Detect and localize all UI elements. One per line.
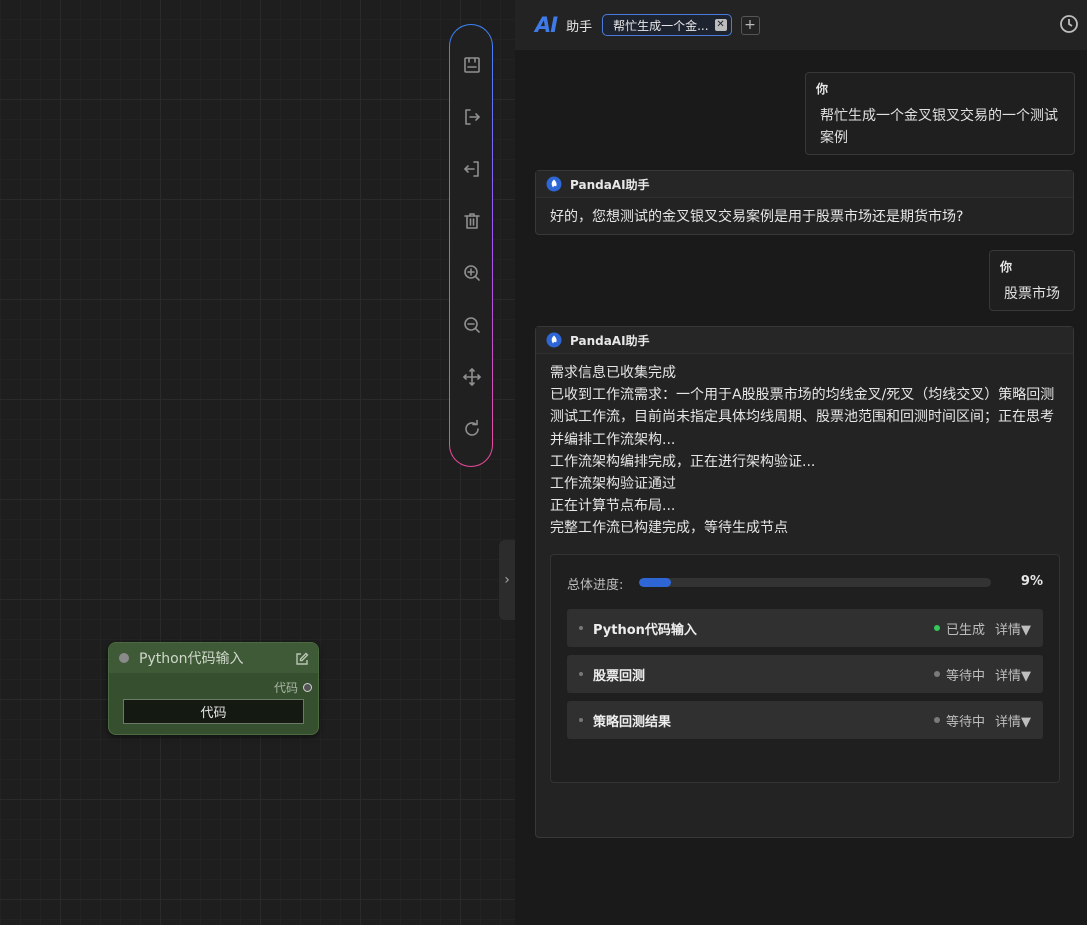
step-row: Python代码输入 已生成 详情▼	[567, 609, 1043, 647]
ai-logo: AI	[535, 13, 558, 37]
workflow-canvas[interactable]: Python代码输入 代码 代码	[0, 0, 515, 925]
node-status-dot	[119, 653, 129, 663]
step-name: 策略回测结果	[593, 714, 672, 730]
output-label: 代码	[273, 681, 298, 695]
message-line: 需求信息已收集完成	[550, 365, 676, 381]
bullet	[579, 718, 583, 722]
history-icon[interactable]	[1059, 14, 1079, 34]
message-text: 需求信息已收集完成 已收到工作流需求：一个用于A股股票市场的均线金叉/死叉（均线…	[536, 354, 1073, 540]
status-dot	[933, 625, 940, 631]
step-status: 已生成	[933, 619, 985, 638]
message-line: 工作流架构验证通过	[550, 476, 676, 493]
node-header[interactable]: Python代码输入	[109, 643, 318, 673]
zoom-in-icon[interactable]	[460, 261, 484, 285]
panda-avatar-icon	[546, 176, 562, 192]
step-row: 股票回测 等待中 详情▼	[567, 655, 1043, 693]
step-name: Python代码输入	[593, 622, 697, 638]
step-row: 策略回测结果 等待中 详情▼	[567, 701, 1043, 739]
panel-name: 助手	[566, 19, 593, 35]
step-status: 等待中	[933, 711, 985, 730]
node-output: 代码	[274, 679, 312, 696]
panda-avatar-icon	[546, 332, 562, 348]
message-text: 好的，您想测试的金叉银叉交易案例是用于股票市场还是期货市场?	[550, 209, 964, 225]
message-line: 案例	[820, 130, 848, 146]
status-dot	[933, 671, 940, 677]
user-message: 你 股票市场	[989, 250, 1075, 311]
message-line: 并编排工作流架构...	[550, 431, 676, 448]
details-toggle[interactable]: 详情▼	[995, 619, 1031, 638]
code-field[interactable]: 代码	[123, 699, 304, 724]
progress-label: 总体进度:	[567, 578, 624, 593]
canvas-toolbar	[449, 24, 493, 467]
tab-label: 帮忙生成一个金...	[613, 18, 709, 33]
message-line: 测试工作流，目前尚未指定具体均线周期、股票池范围和回测时间区间；正在思考	[550, 409, 1054, 426]
bullet	[579, 672, 583, 676]
message-author: PandaAI助手	[570, 333, 650, 348]
output-port[interactable]	[303, 683, 312, 692]
import-icon[interactable]	[460, 157, 484, 181]
status-text: 等待中	[945, 668, 985, 684]
export-icon[interactable]	[460, 105, 484, 129]
message-line: 已收到工作流需求：一个用于A股股票市场的均线金叉/死叉（均线交叉）策略回测	[550, 387, 1055, 404]
bullet	[579, 626, 583, 630]
message-text: 帮忙生成一个金叉银叉交易的一个测试 案例	[806, 97, 1074, 149]
save-icon[interactable]	[460, 53, 484, 77]
assistant-panel: AI 助手 帮忙生成一个金... ✕ + 你 帮忙生成一个金叉银叉交易的一个测试…	[515, 0, 1087, 925]
fit-view-icon[interactable]	[460, 365, 484, 389]
progress-card: 总体进度: 9% Python代码输入 已生成 详情▼ 股票回测 等待中 详情▼…	[550, 554, 1060, 783]
details-toggle[interactable]: 详情▼	[995, 711, 1031, 730]
progress-percent: 9%	[1020, 574, 1043, 589]
edit-icon[interactable]	[295, 651, 309, 665]
panel-header: AI 助手 帮忙生成一个金... ✕ +	[515, 0, 1087, 50]
message-author: 你	[1000, 260, 1013, 274]
collapse-panel-button[interactable]: ›	[499, 540, 515, 620]
message-line: 工作流架构编排完成，正在进行架构验证...	[550, 453, 816, 470]
user-message: 你 帮忙生成一个金叉银叉交易的一个测试 案例	[805, 72, 1075, 155]
reset-icon[interactable]	[460, 417, 484, 441]
add-tab-button[interactable]: +	[740, 15, 760, 35]
python-code-input-node[interactable]: Python代码输入 代码 代码	[108, 642, 319, 735]
message-line: 帮忙生成一个金叉银叉交易的一个测试	[820, 108, 1058, 124]
delete-icon[interactable]	[460, 209, 484, 233]
zoom-out-icon[interactable]	[460, 313, 484, 337]
close-icon[interactable]: ✕	[714, 19, 727, 31]
details-toggle[interactable]: 详情▼	[995, 665, 1031, 684]
node-title: Python代码输入	[139, 651, 244, 667]
progress-bar	[639, 578, 991, 587]
message-line: 正在计算节点布局...	[550, 498, 676, 515]
ai-message: PandaAI助手 需求信息已收集完成 已收到工作流需求：一个用于A股股票市场的…	[535, 326, 1074, 838]
status-text: 等待中	[945, 714, 985, 730]
message-header: PandaAI助手	[536, 327, 1073, 354]
message-author: 你	[816, 82, 829, 96]
message-text: 股票市场	[1004, 286, 1060, 302]
progress-fill	[639, 578, 671, 587]
ai-message: PandaAI助手 好的，您想测试的金叉银叉交易案例是用于股票市场还是期货市场?	[535, 170, 1074, 235]
tab-chat[interactable]: 帮忙生成一个金... ✕	[602, 14, 732, 36]
status-text: 已生成	[945, 622, 985, 638]
message-author: PandaAI助手	[570, 177, 650, 192]
step-status: 等待中	[933, 665, 985, 684]
message-header: PandaAI助手	[536, 171, 1073, 198]
message-line: 完整工作流已构建完成，等待生成节点	[550, 520, 788, 537]
step-name: 股票回测	[593, 668, 646, 684]
status-dot	[933, 717, 940, 723]
